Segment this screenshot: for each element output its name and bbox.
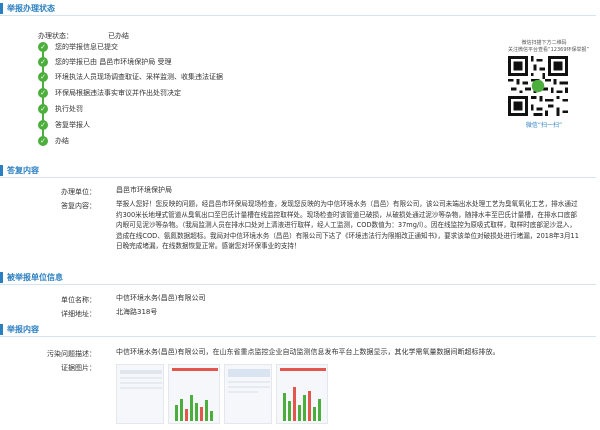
status-value: 已办结 xyxy=(108,32,129,40)
qr-scan-label: 微信“扫一扫” xyxy=(525,122,563,129)
timeline-step-text: 答复举报人 xyxy=(55,121,90,129)
image-thumbnail-icon xyxy=(120,370,162,389)
evidence-image-4[interactable] xyxy=(276,364,328,424)
timeline-step-7: ✓ 办结 xyxy=(38,136,69,146)
section-title-reply: 答复内容 xyxy=(7,166,39,175)
section-title-reported: 被举报单位信息 xyxy=(7,273,63,282)
evidence-image-1[interactable] xyxy=(116,364,164,424)
timeline-step-2: ✓ 您的举报已由 昌邑市环境保护局 受理 xyxy=(38,57,171,67)
qr-caption-2: 关注微信平台查看“12369环保举报” xyxy=(508,47,590,53)
issue-value: 中信环境水务(昌邑)有限公司，在山东省重点监控企业自动监测信息发布平台上数据显示… xyxy=(116,348,500,356)
qr-caption-1: 微信扫描下方二维码 xyxy=(521,40,567,46)
timeline-step-text: 执行处罚 xyxy=(55,105,83,113)
timeline-step-text: 环境执法人员现场调查取证、采样监测、收集违法证据 xyxy=(55,73,223,81)
qr-code-icon xyxy=(508,56,568,116)
image-thumbnail-icon xyxy=(280,368,326,421)
section-header-reply: 答复内容 xyxy=(0,164,596,178)
timeline-step-5: ✓ 执行处罚 xyxy=(38,104,83,114)
image-thumbnail-icon xyxy=(228,369,270,393)
timeline-step-text: 您的举报已由 昌邑市环境保护局 受理 xyxy=(55,58,172,66)
section-header-report: 举报内容 xyxy=(0,323,596,337)
section-bar xyxy=(0,165,3,176)
timeline-step-text: 您的举报信息已提交 xyxy=(55,43,118,51)
check-icon: ✓ xyxy=(38,136,48,146)
check-icon: ✓ xyxy=(38,72,48,82)
qr-block: 微信扫描下方二维码 关注微信平台查看“12369环保举报” 微信“扫一扫” xyxy=(508,40,590,129)
timeline-step-6: ✓ 答复举报人 xyxy=(38,120,90,130)
section-header-status: 举报办理状态 xyxy=(0,2,596,16)
reported-unit-value: 中信环境水务(昌邑)有限公司 xyxy=(116,294,206,302)
section-title-report: 举报内容 xyxy=(7,325,39,334)
check-icon: ✓ xyxy=(38,88,48,98)
reported-address-label: 详细地址： xyxy=(61,310,96,318)
timeline-step-text: 环保局根据违法事实审议并作出处罚决定 xyxy=(55,89,181,97)
timeline-step-4: ✓ 环保局根据违法事实审议并作出处罚决定 xyxy=(38,88,181,98)
section-bar xyxy=(0,324,3,335)
check-icon: ✓ xyxy=(38,42,48,52)
section-bar xyxy=(0,272,3,283)
reply-content-value: 举报人您好！您反映的问题，经昌邑市环保局现场检查，发现您反映的为中信环境水务（昌… xyxy=(116,200,579,251)
reported-unit-label: 单位名称： xyxy=(61,296,96,304)
check-icon: ✓ xyxy=(38,104,48,114)
timeline-step-1: ✓ 您的举报信息已提交 xyxy=(38,42,118,52)
timeline-step-text: 办结 xyxy=(55,137,69,145)
section-title-status: 举报办理状态 xyxy=(7,4,55,13)
image-thumbnail-icon xyxy=(172,368,218,421)
evidence-image-3[interactable] xyxy=(224,364,272,424)
issue-label: 污染问题描述： xyxy=(47,350,96,358)
reply-content-label: 答复内容： xyxy=(61,202,96,210)
reply-unit-value: 昌邑市环境保护局 xyxy=(116,186,172,194)
check-icon: ✓ xyxy=(38,57,48,67)
timeline-step-3: ✓ 环境执法人员现场调查取证、采样监测、收集违法证据 xyxy=(38,72,223,82)
reply-unit-label: 办理单位： xyxy=(61,188,96,196)
section-bar xyxy=(0,3,3,14)
section-header-reported: 被举报单位信息 xyxy=(0,271,596,285)
check-icon: ✓ xyxy=(38,120,48,130)
evidence-image-2[interactable] xyxy=(168,364,220,424)
evidence-label: 证据图片： xyxy=(61,364,96,372)
status-label: 办理状态： xyxy=(38,32,73,40)
reported-address-value: 北海路318号 xyxy=(116,308,158,316)
